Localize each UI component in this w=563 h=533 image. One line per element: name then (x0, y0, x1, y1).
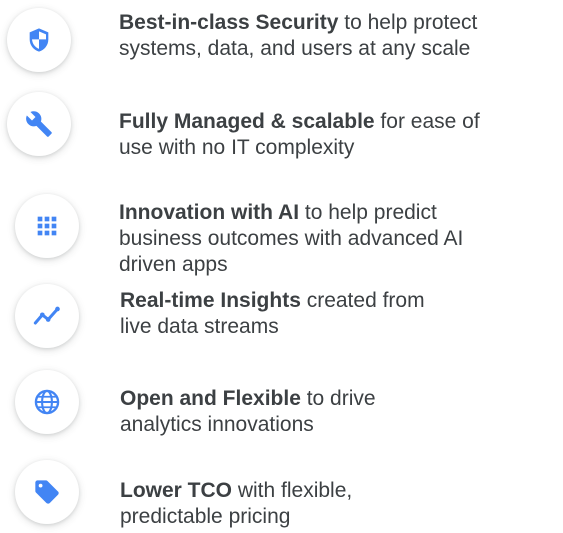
feature-tco-text: Lower TCO with flexible, predictable pri… (120, 478, 352, 530)
security-icon-badge (7, 8, 71, 72)
feature-open-text: Open and Flexible to drive analytics inn… (120, 386, 376, 438)
ai-icon-badge (15, 194, 79, 258)
feature-open-desc-2: analytics innovations (120, 413, 314, 436)
feature-managed-desc-2: use with no IT complexity (119, 136, 355, 159)
wrench-icon (26, 111, 52, 137)
feature-security-desc-2: systems, data, and users at any scale (119, 37, 471, 60)
feature-tco-desc-1: with flexible, (232, 479, 353, 502)
tco-icon-badge (15, 460, 79, 524)
feature-tco-desc-2: predictable pricing (120, 505, 291, 528)
feature-security-desc-1: to help protect (338, 11, 478, 34)
feature-security-title: Best-in-class Security (119, 11, 339, 34)
feature-managed-text: Fully Managed & scalable for ease of use… (119, 109, 480, 161)
trending-line-icon (33, 306, 60, 325)
globe-icon (34, 389, 60, 415)
grid-apps-icon (37, 216, 57, 236)
feature-ai-desc-2: business outcomes with advanced AI (119, 227, 464, 250)
feature-ai-desc-1: to help predict (299, 201, 437, 224)
tag-icon (35, 480, 59, 504)
feature-open-title: Open and Flexible (120, 387, 301, 410)
open-icon-badge (15, 370, 79, 434)
feature-ai-text: Innovation with AI to help predict busin… (119, 200, 463, 278)
feature-managed-title: Fully Managed & scalable (119, 110, 375, 133)
feature-insights-desc-1: created from (300, 289, 425, 312)
feature-insights-title: Real-time Insights (120, 289, 301, 312)
feature-security-text: Best-in-class Security to help protect s… (119, 10, 477, 62)
feature-list: Best-in-class Security to help protect s… (0, 0, 563, 533)
managed-icon-badge (7, 92, 71, 156)
feature-insights-text: Real-time Insights created from live dat… (120, 288, 425, 340)
shield-icon (29, 28, 49, 52)
feature-insights-desc-2: live data streams (120, 315, 279, 338)
feature-managed-desc-1: for ease of (374, 110, 480, 133)
feature-ai-desc-3: driven apps (119, 253, 228, 276)
feature-open-desc-1: to drive (300, 387, 376, 410)
insights-icon-badge (15, 284, 79, 348)
feature-ai-title: Innovation with AI (119, 201, 300, 224)
feature-tco-title: Lower TCO (120, 479, 233, 502)
